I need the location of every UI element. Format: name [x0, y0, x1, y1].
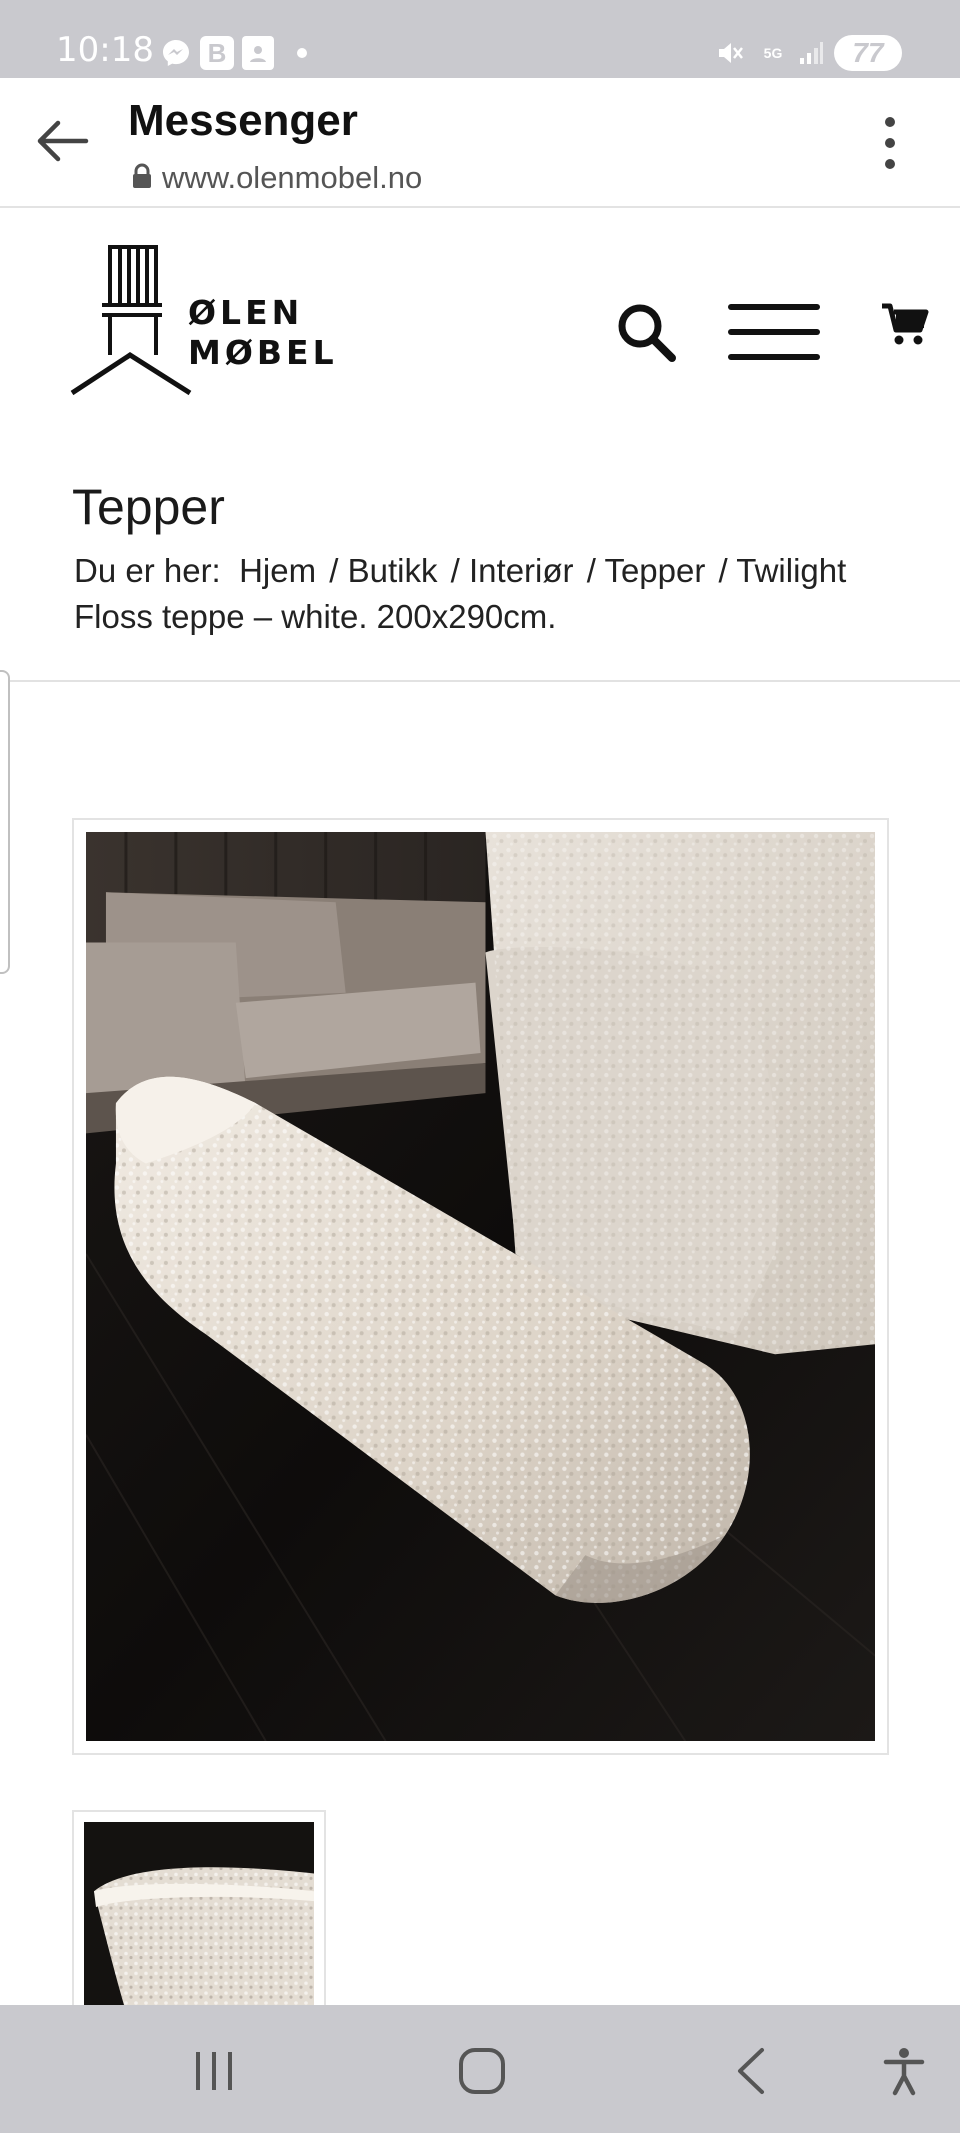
header-divider — [0, 680, 960, 682]
side-drawer-handle[interactable] — [0, 670, 10, 974]
logo-line-1: ØLEN — [188, 293, 304, 332]
back-arrow-icon[interactable] — [30, 108, 96, 174]
status-time: 10:18 — [56, 30, 154, 70]
messenger-icon — [160, 36, 192, 70]
cart-icon[interactable] — [880, 300, 930, 350]
breadcrumb-separator: / — [450, 552, 460, 589]
page-title: Tepper — [72, 479, 225, 535]
system-nav-bar — [0, 2005, 960, 2133]
site-logo[interactable]: ØLEN MØBEL — [70, 243, 334, 403]
url-row[interactable]: www.olenmobel.no — [130, 160, 422, 196]
breadcrumb-item-interior[interactable]: Interiør — [469, 552, 574, 589]
logo-text: ØLEN MØBEL — [188, 293, 338, 373]
battery-icon: 77 — [834, 35, 902, 71]
breadcrumb-prefix: Du er her: — [74, 552, 221, 589]
product-main-image[interactable] — [86, 832, 875, 1741]
breadcrumb: Du er her: Hjem / Butikk / Interiør / Te… — [74, 548, 904, 640]
browser-bar: Messenger www.olenmobel.no — [0, 78, 960, 208]
url-text: www.olenmobel.no — [162, 160, 423, 195]
dot-icon — [296, 36, 308, 70]
status-bar: 10:18 B 5G 77 — [0, 0, 960, 78]
product-main-image-frame[interactable] — [72, 818, 889, 1755]
logo-line-2: MØBEL — [188, 333, 338, 372]
breadcrumb-item-hjem[interactable]: Hjem — [239, 552, 316, 589]
product-thumbnail[interactable] — [84, 1822, 314, 2005]
breadcrumb-separator: / — [329, 552, 339, 589]
recents-icon[interactable] — [184, 2043, 244, 2099]
5g-icon: 5G — [763, 45, 783, 61]
breadcrumb-separator: / — [586, 552, 596, 589]
back-icon[interactable] — [722, 2043, 782, 2099]
breadcrumb-separator: / — [718, 552, 728, 589]
home-icon[interactable] — [452, 2043, 512, 2099]
mute-icon — [715, 36, 745, 70]
lock-icon — [130, 163, 154, 194]
more-vert-icon[interactable] — [874, 114, 906, 172]
accessibility-icon[interactable] — [874, 2043, 934, 2099]
browser-title: Messenger — [128, 96, 358, 145]
breadcrumb-item-tepper[interactable]: Tepper — [604, 552, 705, 589]
breadcrumb-item-butikk[interactable]: Butikk — [348, 552, 438, 589]
search-icon[interactable] — [614, 300, 678, 364]
contact-icon — [242, 36, 274, 70]
b-icon: B — [200, 36, 234, 70]
signal-icon — [796, 36, 826, 70]
product-thumbnail-frame[interactable] — [72, 1810, 326, 2005]
hamburger-menu-icon[interactable] — [726, 300, 822, 364]
